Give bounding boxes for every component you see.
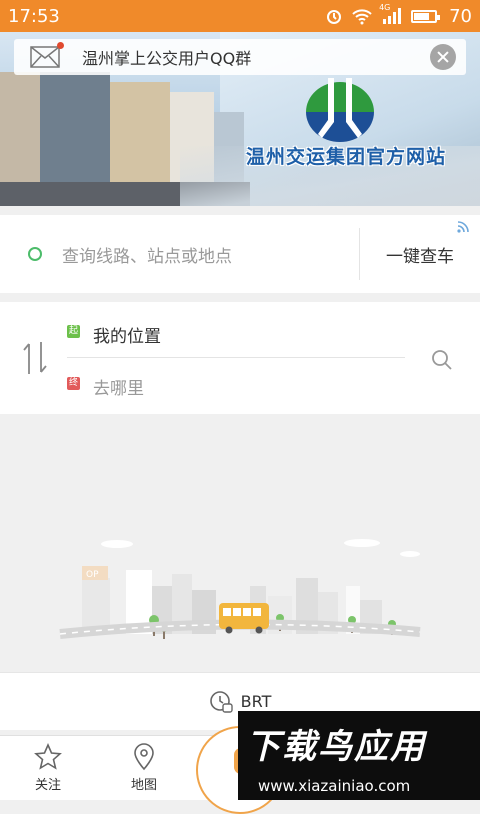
mail-icon — [30, 42, 64, 68]
route-planner-card — [0, 302, 480, 414]
origin-input[interactable]: 我的位置 — [93, 322, 161, 347]
tab-map-label: 地图 — [130, 778, 157, 793]
watermark: 下载鸟应用 www.xiazainiao.com — [238, 711, 480, 800]
network-type-label: 4G — [379, 3, 391, 12]
banner-building — [0, 72, 40, 192]
status-icons: 4G 70 — [325, 3, 472, 27]
divider — [67, 357, 405, 358]
search-icon[interactable] — [431, 349, 453, 371]
banner-building — [110, 82, 170, 192]
watermark-url: www.xiazainiao.com — [258, 777, 411, 795]
unread-dot — [57, 42, 64, 49]
status-bar: 17:53 4G 70 — [0, 0, 480, 32]
brt-label: BRT — [240, 692, 272, 711]
tab-follow-label: 关注 — [34, 778, 61, 793]
realtime-signal-icon — [457, 220, 469, 233]
map-pin-icon — [134, 743, 154, 771]
destination-input[interactable]: 去哪里 — [93, 374, 144, 399]
star-icon — [34, 743, 62, 770]
search-card: 查询线路、站点或地点 一键查车 — [0, 215, 480, 293]
location-dot-icon — [28, 247, 42, 261]
company-logo-icon — [300, 72, 380, 142]
city-illustration: OP — [59, 539, 421, 639]
banner-title: 温州交运集团官方网站 — [246, 146, 447, 168]
watermark-title: 下载鸟应用 — [246, 727, 426, 767]
status-time: 17:53 — [8, 5, 60, 27]
tab-map[interactable]: 地图 — [109, 742, 179, 793]
start-tag: 起 — [67, 325, 80, 338]
battery-level: 70 — [449, 5, 472, 27]
banner-building — [40, 72, 110, 192]
tab-follow[interactable]: 关注 — [13, 742, 83, 793]
notice-bar[interactable]: 温州掌上公交用户QQ群 — [14, 39, 466, 75]
end-tag: 终 — [67, 377, 80, 390]
alarm-icon — [325, 7, 343, 25]
swap-icon[interactable] — [22, 338, 48, 378]
bus-icon — [219, 603, 269, 634]
battery-icon — [411, 9, 441, 23]
illustration-sign: OP — [86, 570, 99, 580]
quick-check-bus-button[interactable]: 一键查车 — [360, 220, 480, 267]
clock-bus-icon — [209, 690, 233, 713]
wifi-icon — [351, 7, 373, 25]
close-icon[interactable] — [430, 44, 456, 70]
notice-text[interactable]: 温州掌上公交用户QQ群 — [82, 45, 430, 69]
search-input[interactable]: 查询线路、站点或地点 — [62, 242, 359, 267]
cell-signal-icon: 4G — [379, 3, 403, 25]
quick-check-bus-label: 一键查车 — [386, 246, 454, 267]
